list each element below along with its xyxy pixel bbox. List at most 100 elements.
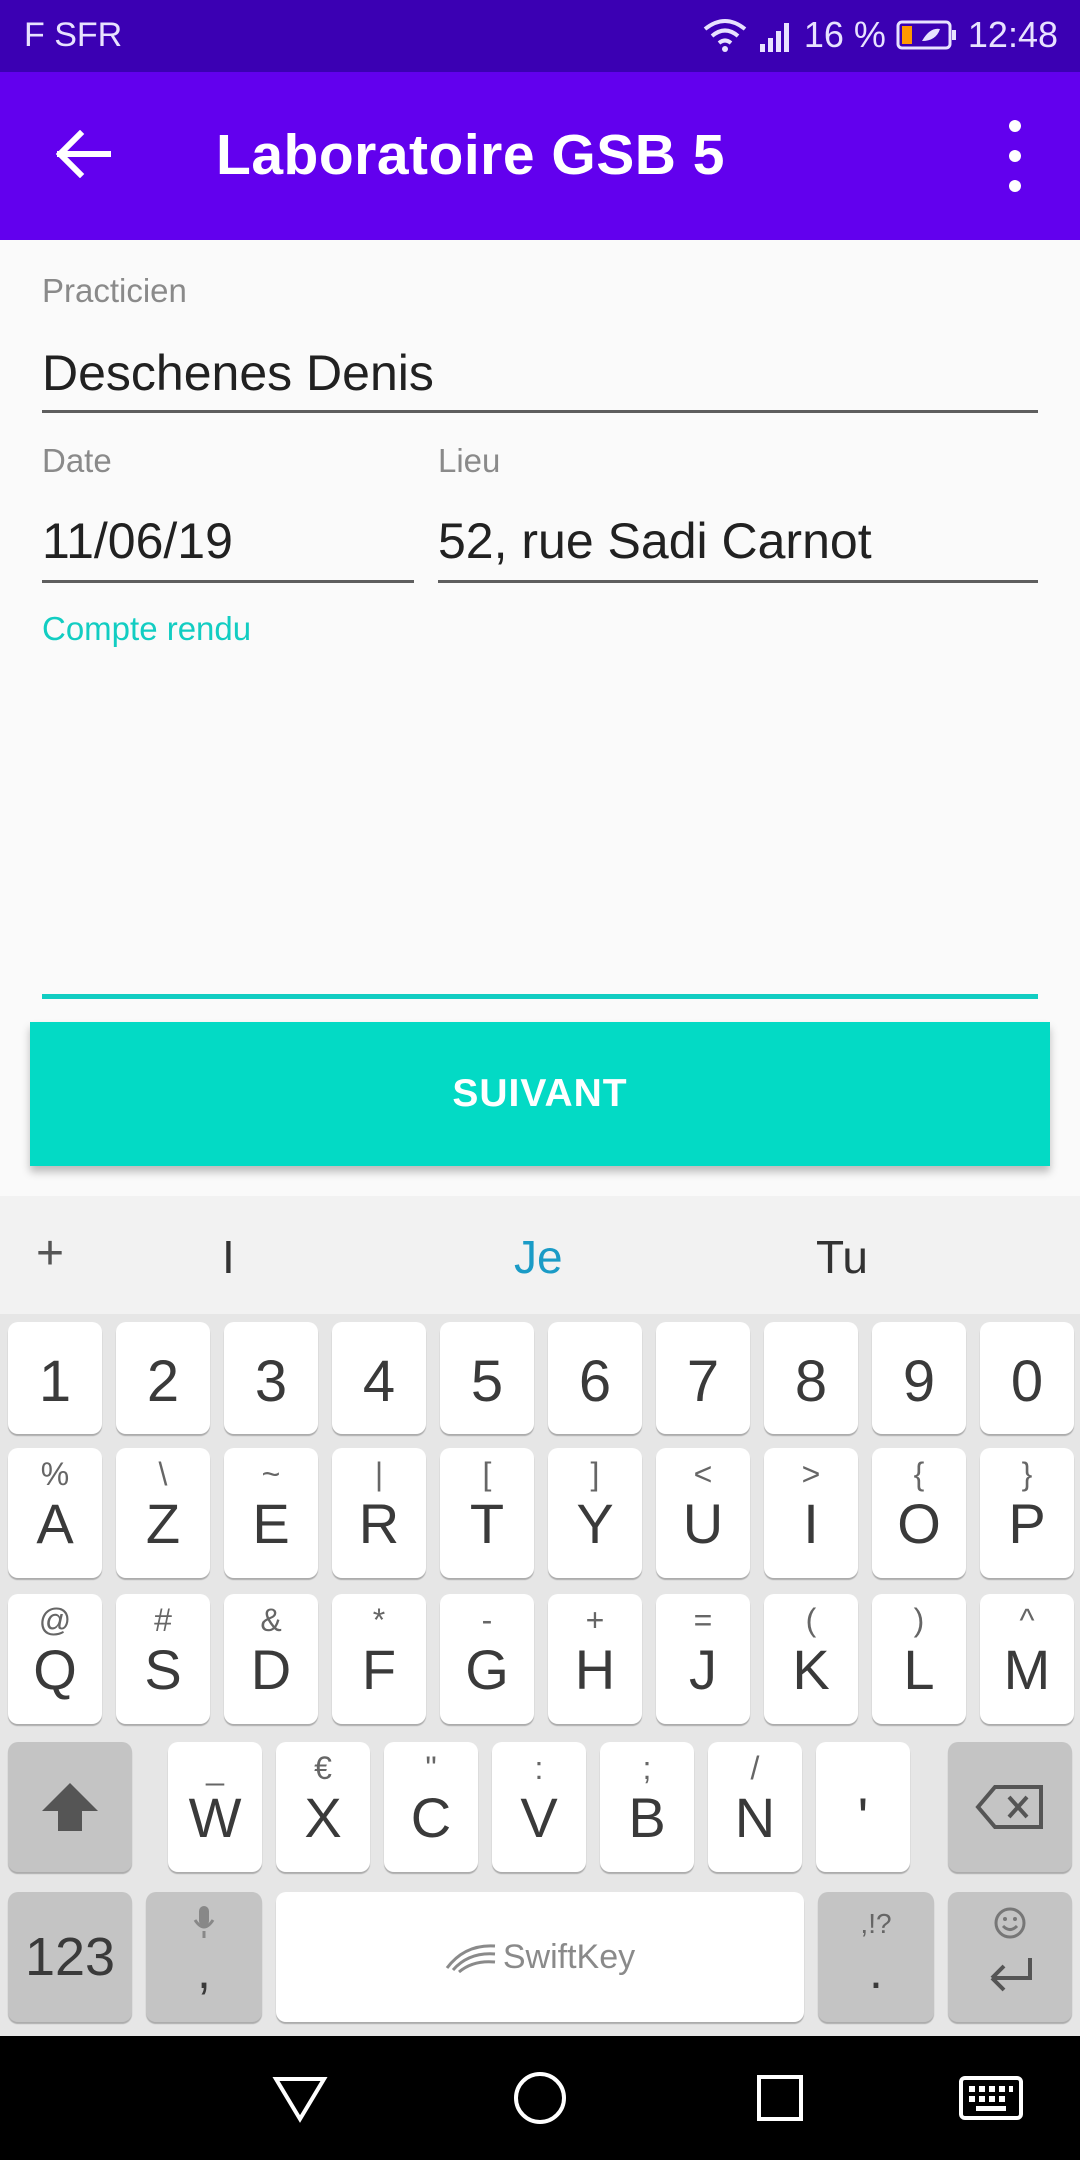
key-label: 5 — [470, 1349, 504, 1414]
key-alt-label: & — [260, 1602, 282, 1638]
key-8[interactable]: 8 — [764, 1322, 858, 1434]
key-label: V — [520, 1786, 558, 1849]
plus-icon[interactable]: + — [36, 1226, 64, 1281]
key-v[interactable]: :V — [492, 1742, 586, 1872]
key-4[interactable]: 4 — [332, 1322, 426, 1434]
practicien-label: Practicien — [42, 272, 187, 309]
key-7[interactable]: 7 — [656, 1322, 750, 1434]
keyboard-icon — [959, 2076, 1023, 2120]
key-t[interactable]: [T — [440, 1448, 534, 1578]
key-r[interactable]: | R — [332, 1448, 426, 1578]
key-d[interactable]: & D — [224, 1594, 318, 1724]
enter-key[interactable] — [948, 1892, 1072, 2022]
key-label: O — [897, 1492, 941, 1555]
key-j[interactable]: = J — [656, 1594, 750, 1724]
back-button[interactable] — [44, 116, 124, 196]
compte-rendu-label: Compte rendu — [42, 610, 252, 647]
key-alt-label: ~ — [261, 1456, 281, 1492]
practicien-input[interactable]: Deschenes Denis — [42, 344, 434, 402]
date-input[interactable]: 11/06/19 — [42, 512, 233, 570]
key-0[interactable]: 0 — [980, 1322, 1074, 1434]
shift-icon — [8, 1742, 132, 1872]
key-apostrophe[interactable]: ' — [816, 1742, 910, 1872]
swiftkey-label: SwiftKey — [502, 1937, 636, 1976]
key-label: 7 — [686, 1349, 720, 1414]
keyboard-switch-button[interactable] — [958, 2066, 1024, 2130]
suggestion-item[interactable]: I — [222, 1230, 235, 1284]
key-alt-label: % — [40, 1456, 70, 1492]
suggestion-item[interactable]: Je — [514, 1230, 563, 1284]
key-a[interactable]: % A — [8, 1448, 102, 1578]
key-label: P — [1008, 1492, 1046, 1555]
space-key[interactable]: SwiftKey — [276, 1892, 804, 2022]
comma-key-label: , — [197, 1943, 211, 1999]
key-p[interactable]: } P — [980, 1448, 1074, 1578]
key-alt-label: _ — [206, 1750, 224, 1786]
page-title: Laboratoire GSB 5 — [216, 123, 725, 187]
key-alt-label: # — [154, 1602, 172, 1638]
key-label: Q — [33, 1638, 77, 1701]
key-z[interactable]: \ Z — [116, 1448, 210, 1578]
key-c[interactable]: " C — [384, 1742, 478, 1872]
status-bar: F SFR 16 % 12:48 — [0, 0, 1080, 72]
key-alt-label: € — [314, 1750, 332, 1786]
suggestion-item[interactable]: Tu — [816, 1230, 868, 1284]
key-label: F — [361, 1638, 397, 1701]
key-alt-label: - — [481, 1602, 493, 1638]
key-s[interactable]: # S — [116, 1594, 210, 1724]
enter-icon — [948, 1954, 1072, 1994]
key-f[interactable]: * F — [332, 1594, 426, 1724]
key-5[interactable]: 5 — [440, 1322, 534, 1434]
key-label: G — [465, 1638, 509, 1701]
key-i[interactable]: > I — [764, 1448, 858, 1578]
key-g[interactable]: -G — [440, 1594, 534, 1724]
key-label: K — [792, 1638, 830, 1701]
nav-recents-button[interactable] — [748, 2066, 812, 2130]
key-w[interactable]: _ W — [168, 1742, 262, 1872]
key-6[interactable]: 6 — [548, 1322, 642, 1434]
key-alt-label: : — [534, 1750, 544, 1786]
more-options-button[interactable] — [990, 120, 1040, 192]
period-key[interactable]: ,!? . — [818, 1892, 934, 2022]
clock: 12:48 — [967, 14, 1058, 55]
suivant-button[interactable]: SUIVANT — [30, 1022, 1050, 1166]
shift-key[interactable] — [8, 1742, 132, 1872]
key-alt-label: + — [585, 1602, 605, 1638]
symbols-key[interactable]: 123 — [8, 1892, 132, 2022]
key-u[interactable]: < U — [656, 1448, 750, 1578]
backspace-key[interactable] — [948, 1742, 1072, 1872]
key-label: B — [628, 1786, 666, 1849]
key-label: Z — [145, 1492, 181, 1555]
key-b[interactable]: ; B — [600, 1742, 694, 1872]
key-alt-label: < — [693, 1456, 713, 1492]
key-e[interactable]: ~ E — [224, 1448, 318, 1578]
key-x[interactable]: € X — [276, 1742, 370, 1872]
key-9[interactable]: 9 — [872, 1322, 966, 1434]
symbols-key-label: 123 — [24, 1927, 116, 1987]
key-label: N — [734, 1786, 776, 1849]
key-label: 9 — [902, 1349, 936, 1414]
key-q[interactable]: @ Q — [8, 1594, 102, 1724]
key-label: 8 — [794, 1349, 828, 1414]
key-o[interactable]: {O — [872, 1448, 966, 1578]
key-alt-label: \ — [158, 1456, 168, 1492]
key-k[interactable]: (K — [764, 1594, 858, 1724]
nav-back-button[interactable] — [268, 2066, 332, 2130]
key-n[interactable]: / N — [708, 1742, 802, 1872]
nav-home-button[interactable] — [508, 2066, 572, 2130]
key-label: ' — [857, 1786, 869, 1849]
key-3[interactable]: 3 — [224, 1322, 318, 1434]
comma-key[interactable]: , — [146, 1892, 262, 2022]
key-label: T — [469, 1492, 505, 1555]
key-alt-label: ; — [642, 1750, 652, 1786]
key-1[interactable]: 1 — [8, 1322, 102, 1434]
key-label: W — [188, 1786, 242, 1849]
key-alt-label: @ — [38, 1602, 72, 1638]
lieu-underline — [438, 580, 1038, 583]
key-y[interactable]: ] Y — [548, 1448, 642, 1578]
key-l[interactable]: ) L — [872, 1594, 966, 1724]
key-h[interactable]: + H — [548, 1594, 642, 1724]
key-m[interactable]: ^ M — [980, 1594, 1074, 1724]
key-2[interactable]: 2 — [116, 1322, 210, 1434]
lieu-input[interactable]: 52, rue Sadi Carnot — [438, 512, 872, 570]
